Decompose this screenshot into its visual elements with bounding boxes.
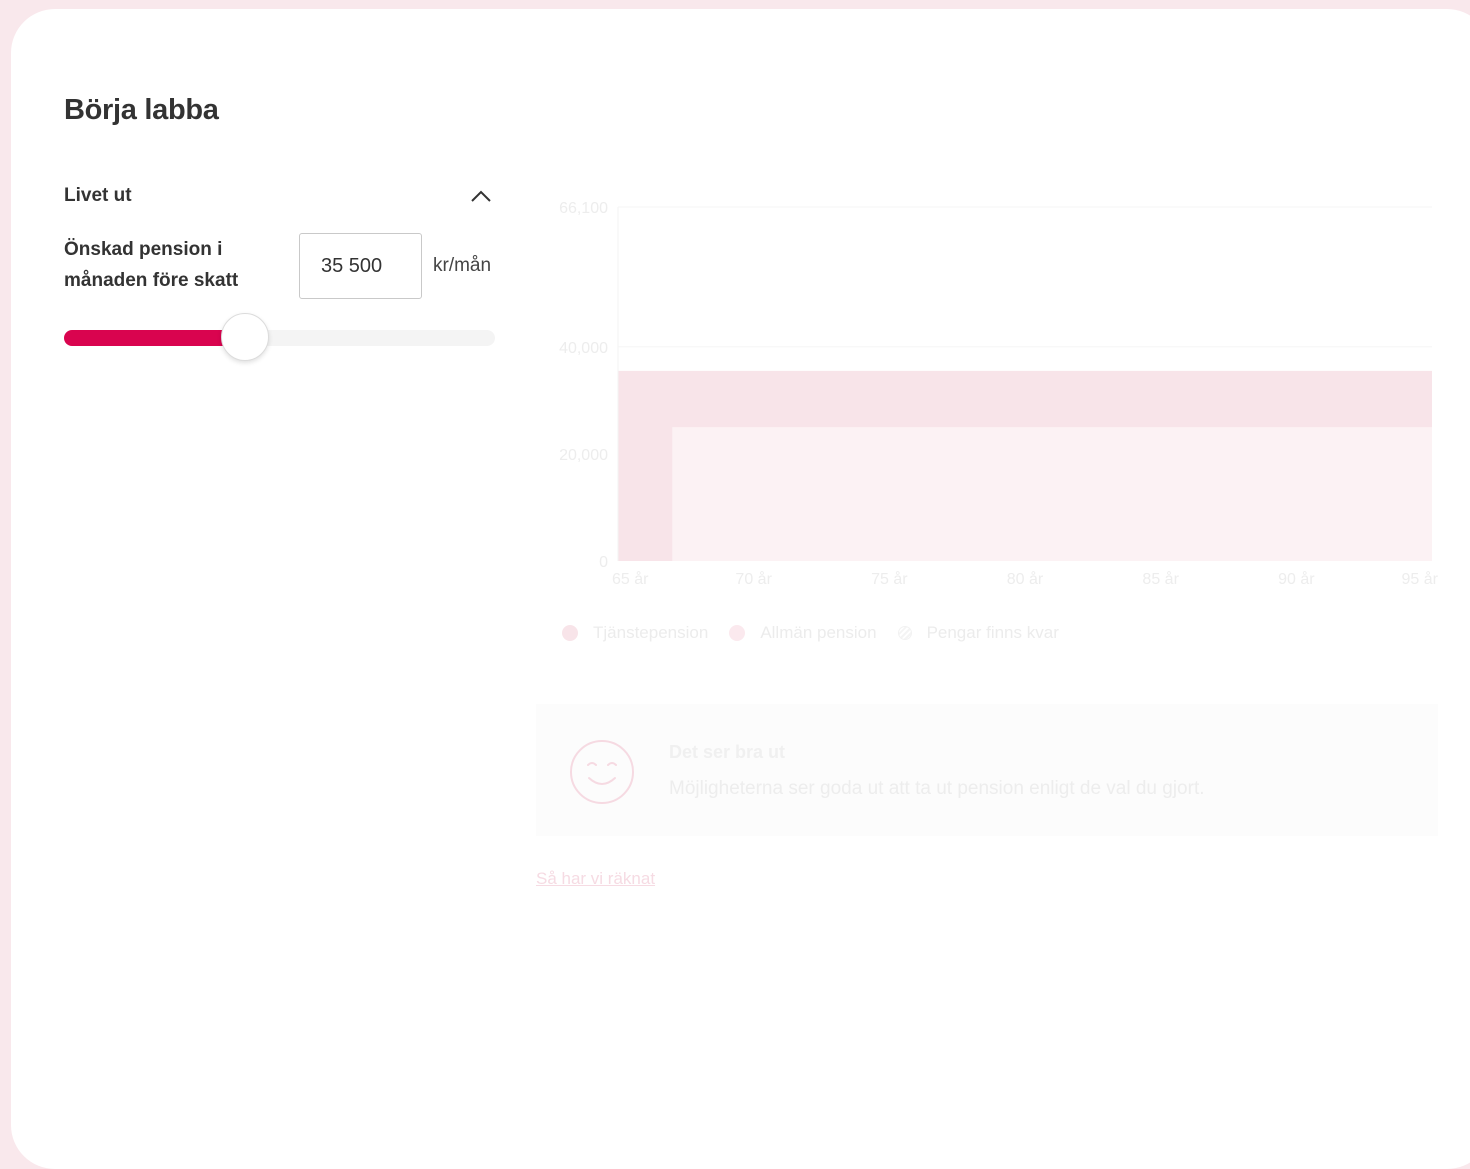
pension-amount-input[interactable]	[299, 233, 422, 299]
legend-hatch-icon	[897, 626, 912, 640]
y-tick-label: 0	[599, 554, 608, 571]
pension-unit-label: kr/mån	[433, 255, 492, 276]
y-tick-label: 20,000	[559, 447, 608, 464]
x-tick-label: 75 år	[871, 570, 908, 588]
x-tick-label: 95 år	[1402, 570, 1439, 588]
pension-chart: 0 20,000 40,000 66,100 65 år 70 år 75 år 80 år 8…	[559, 200, 1439, 588]
series-area-1	[618, 427, 1432, 561]
legend-dot-icon	[562, 625, 578, 641]
legend-dot-icon	[729, 625, 746, 641]
section-toggle-livet-ut[interactable]: Livet ut	[64, 184, 496, 212]
legend-label: Tjänstepension	[593, 623, 709, 642]
legend-item-pengar-finns-kvar: Pengar finns kvar	[897, 623, 1059, 643]
slider-fill	[64, 330, 246, 346]
section-title: Livet ut	[64, 185, 132, 206]
x-tick-label: 70 år	[735, 570, 772, 588]
legend-label: Pengar finns kvar	[926, 623, 1059, 642]
status-title: Det ser bra ut	[669, 742, 786, 762]
calculation-info-link[interactable]: Så har vi räknat	[536, 869, 655, 889]
pension-slider[interactable]	[64, 313, 495, 361]
legend-label: Allmän pension	[760, 623, 877, 642]
chevron-up-icon[interactable]	[470, 188, 492, 204]
pension-amount-label: Önskad pension i månaden före skatt	[64, 239, 239, 291]
page-title: Börja labba	[64, 94, 219, 126]
smiley-icon	[570, 740, 634, 804]
y-tick-label: 66,100	[559, 200, 608, 217]
x-tick-label: 90 år	[1278, 570, 1315, 588]
status-text: Möjligheterna ser goda ut att ta ut pens…	[669, 778, 1205, 799]
chart-legend: Tjänstepension Allmän pension Pengar fin…	[562, 622, 1080, 644]
slider-thumb[interactable]	[221, 313, 270, 361]
x-tick-label: 85 år	[1142, 570, 1179, 588]
status-box: Det ser bra ut Möjligheterna ser goda ut…	[536, 704, 1438, 836]
legend-item-tjanstepension: Tjänstepension	[562, 623, 708, 643]
x-tick-label: 80 år	[1007, 570, 1044, 588]
y-tick-label: 40,000	[559, 340, 608, 357]
legend-item-allman-pension: Allmän pension	[729, 623, 877, 643]
x-tick-label: 65 år	[612, 570, 649, 588]
